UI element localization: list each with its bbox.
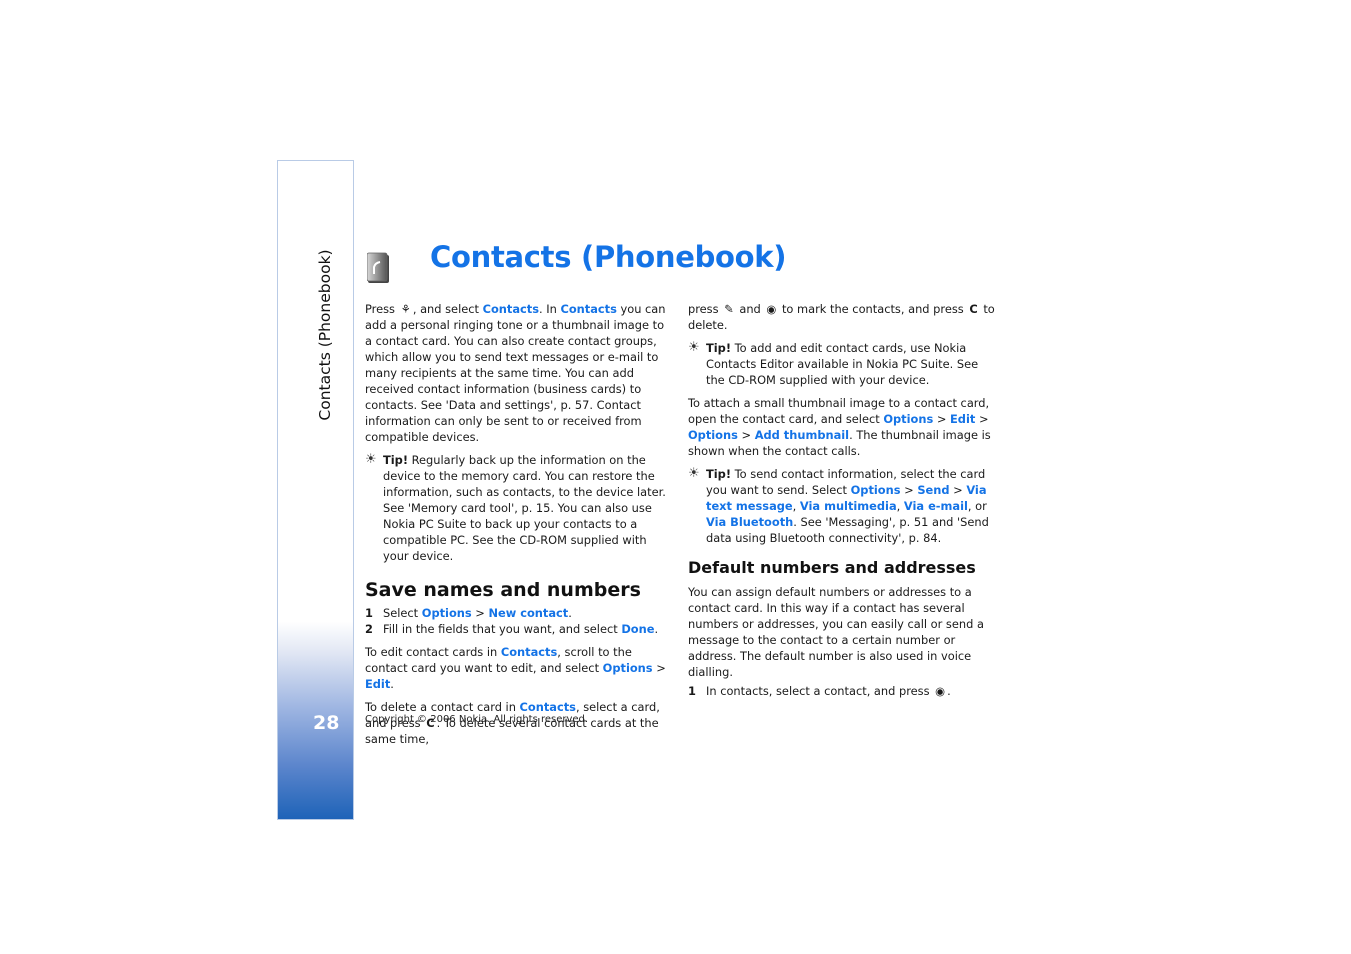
- keyword-options: Options: [688, 428, 738, 442]
- text: , and select: [412, 302, 483, 316]
- text: >: [933, 412, 951, 426]
- clear-key-icon: C: [969, 302, 978, 316]
- keyword-edit: Edit: [365, 677, 391, 691]
- text: ,: [896, 499, 904, 513]
- section-heading-save: Save names and numbers: [365, 579, 641, 601]
- text: >: [471, 606, 489, 620]
- text: .: [947, 684, 951, 698]
- text: >: [737, 428, 755, 442]
- intro-paragraph: Press ⚘, and select Contacts. In Contact…: [365, 301, 671, 445]
- keyword-new-contact: New contact: [488, 606, 569, 620]
- tip-label: Tip!: [383, 453, 409, 467]
- keyword-options: Options: [421, 606, 472, 620]
- text: and: [735, 302, 765, 316]
- keyword-options: Options: [602, 661, 653, 675]
- keyword-send: Send: [917, 483, 950, 497]
- tip-bulb-icon: ☀: [688, 466, 700, 481]
- joystick-select-icon: ◉: [766, 302, 777, 316]
- keyword-contacts: Contacts: [560, 302, 617, 316]
- text: In contacts, select a contact, and press: [706, 684, 934, 698]
- tip-bulb-icon: ☀: [688, 340, 700, 355]
- tip-contacts-editor: ☀ Tip! To add and edit contact cards, us…: [688, 340, 998, 388]
- page-number: 28: [313, 712, 340, 734]
- left-column: Press ⚘, and select Contacts. In Contact…: [365, 301, 671, 754]
- keyword-contacts: Contacts: [482, 302, 539, 316]
- sidebar-section-title: Contacts (Phonebook): [316, 249, 334, 421]
- step-number: 2: [365, 622, 373, 636]
- text: Fill in the fields that you want, and se…: [383, 622, 622, 636]
- default-paragraph: You can assign default numbers or addres…: [688, 585, 984, 679]
- text: press: [688, 302, 723, 316]
- keyword-via-bluetooth: Via Bluetooth: [706, 515, 794, 529]
- text: >: [900, 483, 918, 497]
- continued-paragraph: press ✎ and ◉ to mark the contacts, and …: [688, 301, 998, 333]
- text: To delete a contact card in: [365, 700, 520, 714]
- text: ,: [792, 499, 800, 513]
- keyword-contacts: Contacts: [519, 700, 576, 714]
- page-title: Contacts (Phonebook): [430, 240, 787, 274]
- tip-label: Tip!: [706, 341, 732, 355]
- step-item: 2 Fill in the fields that you want, and …: [365, 621, 671, 637]
- text: .: [654, 622, 659, 636]
- text: To edit contact cards in: [365, 645, 501, 659]
- tip-bulb-icon: ☀: [365, 452, 377, 467]
- text: you can add a personal ringing tone or a…: [365, 302, 666, 444]
- edit-paragraph: To edit contact cards in Contacts, scrol…: [365, 644, 671, 692]
- text: .: [390, 677, 394, 691]
- keyword-options: Options: [883, 412, 934, 426]
- keyword-via-multimedia: Via multimedia: [799, 499, 897, 513]
- keyword-add-thumbnail: Add thumbnail: [754, 428, 850, 442]
- section-heading-default: Default numbers and addresses: [688, 558, 976, 577]
- step-item: 1 In contacts, select a contact, and pre…: [688, 683, 998, 699]
- text: Select: [383, 606, 422, 620]
- tip-backup: ☀ Tip! Regularly back up the information…: [365, 452, 671, 564]
- text: .: [568, 606, 572, 620]
- contacts-book-icon: [367, 252, 389, 283]
- text: to mark the contacts, and press: [778, 302, 968, 316]
- text: >: [949, 483, 967, 497]
- text: Press: [365, 302, 399, 316]
- tip-label: Tip!: [706, 467, 732, 481]
- joystick-select-icon: ◉: [935, 684, 946, 698]
- keyword-edit: Edit: [950, 412, 976, 426]
- text: , or: [967, 499, 987, 513]
- keyword-done: Done: [621, 622, 655, 636]
- step-item: 1 Select Options > New contact.: [365, 605, 671, 621]
- keyword-options: Options: [850, 483, 901, 497]
- menu-key-icon: ⚘: [400, 302, 411, 316]
- text: >: [652, 661, 666, 675]
- tip-text: Regularly back up the information on the…: [383, 453, 666, 563]
- step-number: 1: [688, 684, 696, 698]
- keyword-via-email: Via e-mail: [903, 499, 968, 513]
- tip-send-contact: ☀ Tip! To send contact information, sele…: [688, 466, 998, 546]
- edit-key-icon: ✎: [724, 302, 734, 316]
- right-column: press ✎ and ◉ to mark the contacts, and …: [688, 301, 998, 699]
- copyright-footer: Copyright © 2006 Nokia. All rights reser…: [365, 714, 589, 725]
- step-number: 1: [365, 606, 373, 620]
- thumbnail-paragraph: To attach a small thumbnail image to a c…: [688, 395, 998, 459]
- text: . In: [539, 302, 561, 316]
- keyword-contacts: Contacts: [500, 645, 558, 659]
- text: >: [975, 412, 989, 426]
- tip-text: To add and edit contact cards, use Nokia…: [706, 341, 979, 387]
